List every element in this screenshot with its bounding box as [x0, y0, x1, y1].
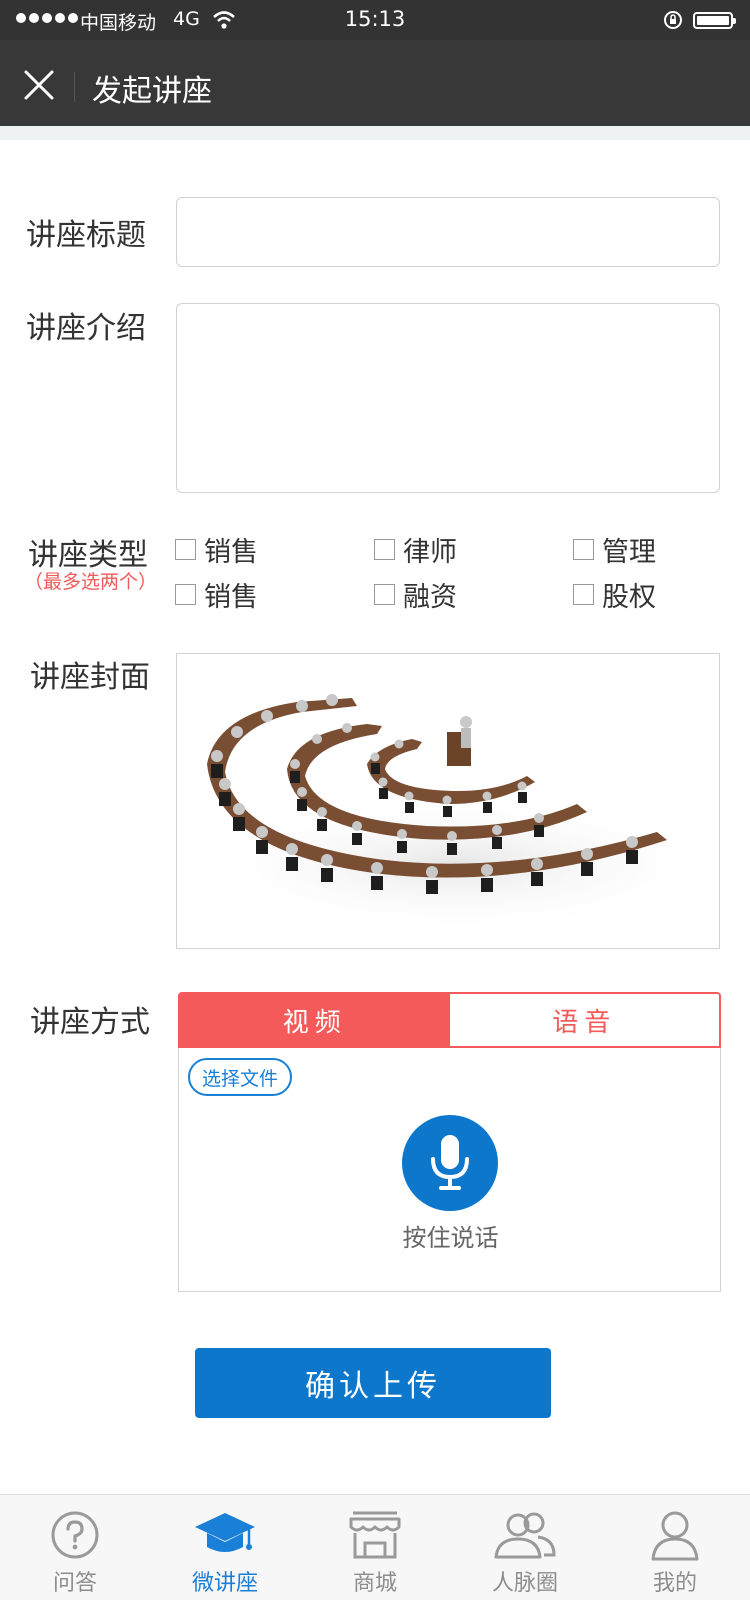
tab-label: 我的	[652, 1571, 697, 1596]
lecture-mode-label: 讲座方式	[30, 1005, 150, 1040]
rotation-lock-icon	[663, 10, 683, 35]
type-option-management[interactable]: 管理	[573, 530, 656, 569]
lecture-intro-textarea[interactable]	[176, 303, 720, 493]
tab-label: 微讲座	[191, 1571, 258, 1596]
nav-divider	[74, 72, 75, 102]
bottom-tab-bar: 问答 微讲座 商城 人脉圈 我的	[0, 1494, 750, 1600]
tab-audio[interactable]: 语音	[449, 994, 719, 1046]
tab-mine[interactable]: 我的	[600, 1495, 750, 1600]
contacts-icon	[492, 1507, 558, 1563]
checkbox[interactable]	[175, 539, 196, 560]
tab-qa[interactable]: 问答	[0, 1495, 150, 1600]
user-icon	[649, 1507, 701, 1563]
lecture-intro-label: 讲座介绍	[26, 311, 146, 346]
nav-bar: 发起讲座	[0, 40, 750, 126]
microphone-icon	[431, 1135, 469, 1190]
checkbox[interactable]	[374, 539, 395, 560]
lecture-cover-label: 讲座封面	[30, 660, 150, 695]
select-file-button[interactable]: 选择文件	[188, 1058, 293, 1096]
type-option-label: 律师	[403, 537, 457, 568]
shop-icon	[347, 1507, 403, 1563]
type-option-sales[interactable]: 销售	[175, 530, 258, 569]
checkbox[interactable]	[175, 584, 196, 605]
conference-room-illustration	[187, 694, 719, 934]
header-separator	[0, 126, 750, 140]
tab-video[interactable]: 视频	[180, 994, 450, 1046]
close-icon[interactable]	[22, 68, 56, 106]
type-option-sales-2[interactable]: 销售	[175, 575, 258, 614]
status-bar: 中国移动 4G 15:13	[0, 0, 750, 40]
type-option-equity[interactable]: 股权	[573, 575, 656, 614]
question-icon	[49, 1507, 101, 1563]
battery-icon	[693, 12, 736, 29]
tab-label: 人脉圈	[491, 1571, 558, 1596]
record-button[interactable]	[402, 1115, 498, 1211]
tab-contacts[interactable]: 人脉圈	[450, 1495, 600, 1600]
type-option-financing[interactable]: 融资	[374, 575, 457, 614]
lecture-title-label: 讲座标题	[26, 218, 146, 253]
mode-tabs: 视频 语音	[178, 992, 721, 1048]
type-option-lawyer[interactable]: 律师	[374, 530, 457, 569]
type-option-label: 融资	[403, 582, 457, 613]
graduation-cap-icon	[193, 1507, 257, 1563]
tab-label: 问答	[52, 1571, 97, 1596]
tab-shop[interactable]: 商城	[300, 1495, 450, 1600]
cover-image-picker[interactable]	[176, 653, 720, 949]
media-upload-panel: 选择文件 按住说话	[178, 1048, 721, 1292]
hold-to-talk-label: 按住说话	[402, 1224, 499, 1252]
confirm-upload-button[interactable]: 确认上传	[195, 1348, 551, 1418]
lecture-type-hint: （最多选两个）	[24, 571, 158, 593]
tab-label: 商城	[352, 1571, 397, 1596]
type-option-label: 销售	[204, 582, 258, 613]
tab-micro-lecture[interactable]: 微讲座	[150, 1495, 300, 1600]
type-option-label: 销售	[204, 537, 258, 568]
clock: 15:13	[344, 7, 406, 31]
type-option-label: 管理	[602, 537, 656, 568]
checkbox[interactable]	[374, 584, 395, 605]
checkbox[interactable]	[573, 584, 594, 605]
checkbox[interactable]	[573, 539, 594, 560]
page-title: 发起讲座	[92, 74, 212, 109]
lecture-title-input[interactable]	[176, 197, 720, 267]
type-option-label: 股权	[602, 582, 656, 613]
